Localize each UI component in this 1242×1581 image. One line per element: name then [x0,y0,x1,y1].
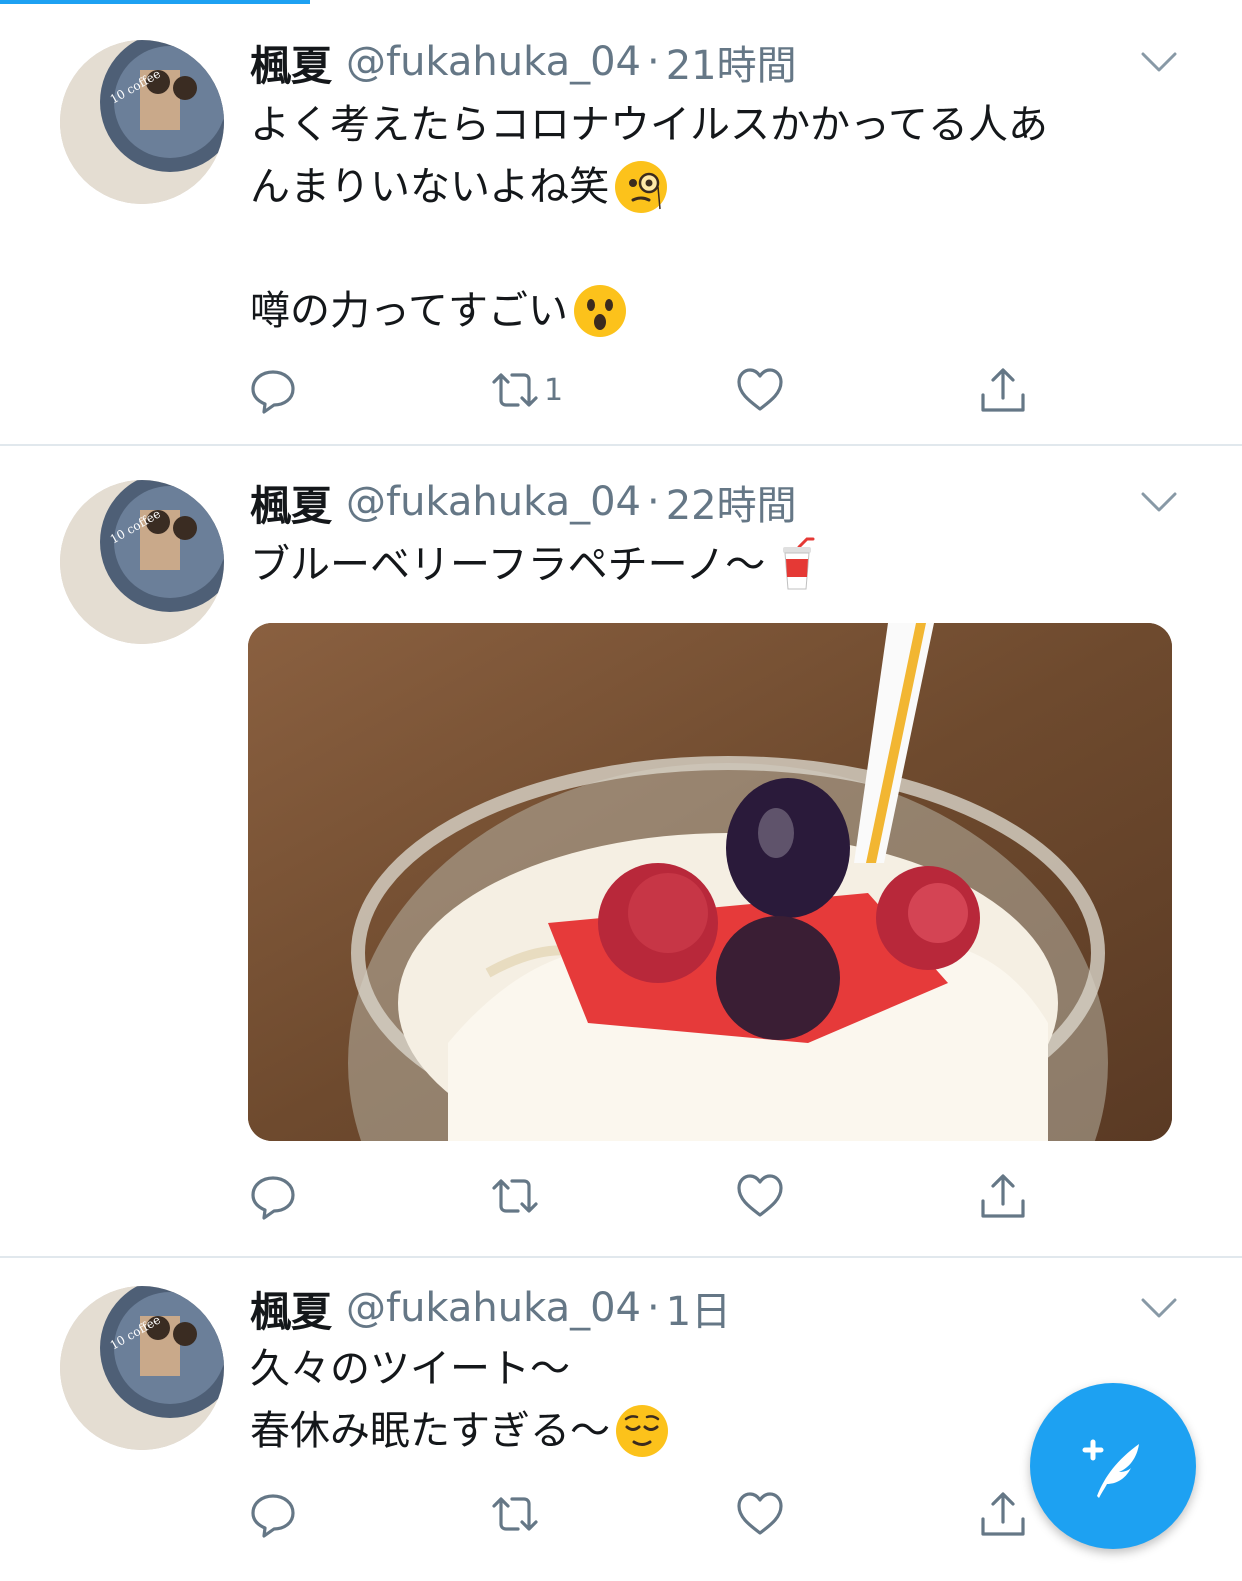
user-handle[interactable]: @fukahuka_04 [346,1285,641,1331]
like-button[interactable] [735,360,785,420]
separator: · [646,1285,660,1331]
heart-icon [737,1174,783,1217]
display-name[interactable]: 楓夏 [250,32,332,92]
face-with-monocle-icon [613,159,669,215]
reply-button[interactable] [248,1166,298,1226]
timestamp[interactable]: 1日 [666,1279,731,1337]
share-icon [981,368,1025,412]
tweet-text-line: よく考えたらコロナウイルスかかってる人あ [250,102,1048,148]
reply-icon [251,370,295,414]
tweet-text: ブルーベリーフラペチーノ〜 [250,534,1170,596]
retweet-count: 1 [544,372,564,408]
avatar[interactable]: 10 coffee [60,1286,224,1450]
retweet-button[interactable] [490,1166,544,1226]
reply-button[interactable] [248,360,298,420]
avatar[interactable]: 10 coffee [60,480,224,644]
share-button[interactable] [978,360,1028,420]
tweet-text-line: 久々のツイート〜 [250,1346,570,1392]
tweet-text-line: んまりいないよね笑 [250,164,610,210]
reply-icon [251,1176,295,1220]
relieved-face-icon [614,1403,670,1459]
share-icon [981,1492,1025,1536]
share-button[interactable] [978,1166,1028,1226]
compose-tweet-button[interactable] [1030,1383,1196,1549]
chevron-down-icon[interactable] [1140,50,1178,74]
like-button[interactable] [735,1484,785,1544]
user-handle[interactable]: @fukahuka_04 [346,479,641,525]
separator: · [646,479,660,525]
chevron-down-icon[interactable] [1140,1296,1178,1320]
user-handle[interactable]: @fukahuka_04 [346,39,641,85]
heart-icon [737,1492,783,1535]
retweet-button[interactable] [490,1484,544,1544]
heart-icon [737,368,783,411]
reply-button[interactable] [248,1484,298,1544]
display-name[interactable]: 楓夏 [250,472,332,532]
tweet-text-line: ブルーベリーフラペチーノ〜 [250,542,766,588]
tweet-media-image[interactable] [248,623,1172,1141]
tweet[interactable]: 10 coffee 楓夏 @fukahuka_04 · 22時間 ブルーベリーフ… [0,446,1242,1258]
timestamp[interactable]: 22時間 [666,473,797,531]
tweet[interactable]: 10 coffee 楓夏 @fukahuka_04 · 21時間 よく考えたらコ… [0,0,1242,446]
share-icon [981,1174,1025,1218]
tweet-text: よく考えたらコロナウイルスかかってる人あ んまりいないよね笑 噂の力ってすごい [250,94,1170,342]
separator: · [646,39,660,85]
cup-with-straw-icon [769,537,825,593]
hushed-face-icon [572,283,628,339]
retweet-icon [492,1497,538,1531]
chevron-down-icon[interactable] [1140,490,1178,514]
tweet-text-line: 春休み眠たすぎる〜 [250,1408,610,1454]
timestamp[interactable]: 21時間 [666,33,797,91]
tweet-text-line: 噂の力ってすごい [250,288,568,334]
reply-icon [251,1494,295,1538]
avatar[interactable]: 10 coffee [60,40,224,204]
like-button[interactable] [735,1166,785,1226]
share-button[interactable] [978,1484,1028,1544]
display-name[interactable]: 楓夏 [250,1278,332,1338]
retweet-button[interactable]: 1 [490,360,563,420]
retweet-icon [492,373,538,407]
retweet-icon [492,1179,538,1213]
compose-tweet-icon [1082,1439,1139,1498]
